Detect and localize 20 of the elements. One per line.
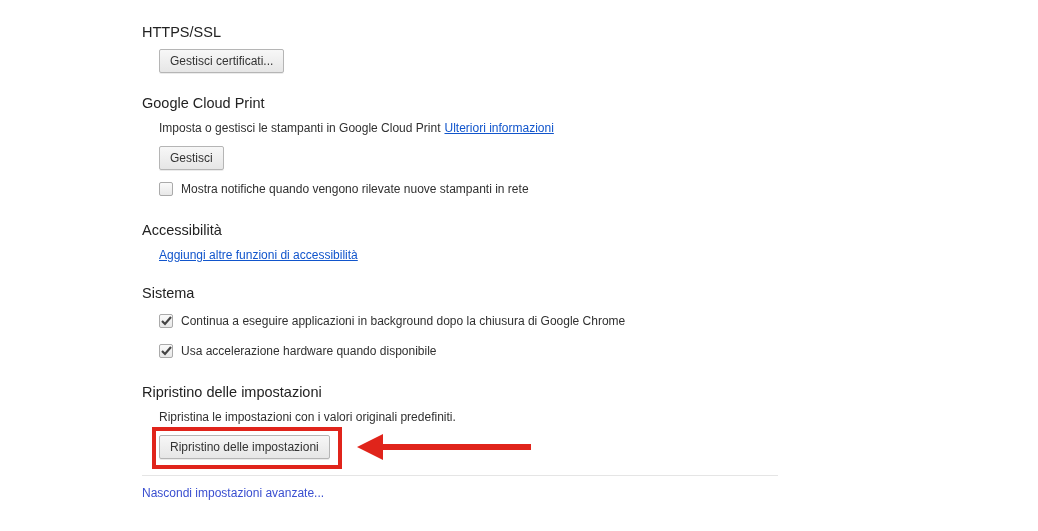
section-heading: HTTPS/SSL: [142, 23, 222, 42]
checkbox[interactable]: [159, 344, 173, 358]
checkbox-label: Continua a eseguire applicazioni in background dopo la chiusura di Google Chrome: [181, 313, 626, 330]
section-heading: Accessibilità: [142, 221, 223, 240]
checkbox[interactable]: [159, 314, 173, 328]
settings-button[interactable]: Gestisci certificati...: [159, 49, 285, 73]
arrow-icon: [357, 432, 531, 462]
description-text: Ripristina le impostazioni con i valori originali predefiniti.: [159, 410, 456, 424]
accessibility-link[interactable]: Aggiungi altre funzioni di accessibilità: [159, 248, 358, 262]
checkbox-label: Mostra notifiche quando vengono rilevate nuove stampanti in rete: [181, 181, 529, 198]
section-heading: Google Cloud Print: [142, 94, 266, 113]
description-text: Imposta o gestisci le stampanti in Google Cloud Print: [159, 121, 441, 135]
settings-button[interactable]: Ripristino delle impostazioni: [159, 435, 330, 459]
section-heading: Sistema: [142, 284, 196, 303]
section-heading: Ripristino delle impostazioni: [142, 383, 323, 402]
settings-button[interactable]: Gestisci: [159, 146, 224, 170]
checkbox-label: Usa accelerazione hardware quando disponibile: [181, 343, 437, 360]
hide-advanced-link[interactable]: Nascondi impostazioni avanzate...: [142, 486, 325, 500]
info-link[interactable]: Ulteriori informazioni: [444, 121, 554, 135]
checkbox[interactable]: [159, 182, 173, 196]
